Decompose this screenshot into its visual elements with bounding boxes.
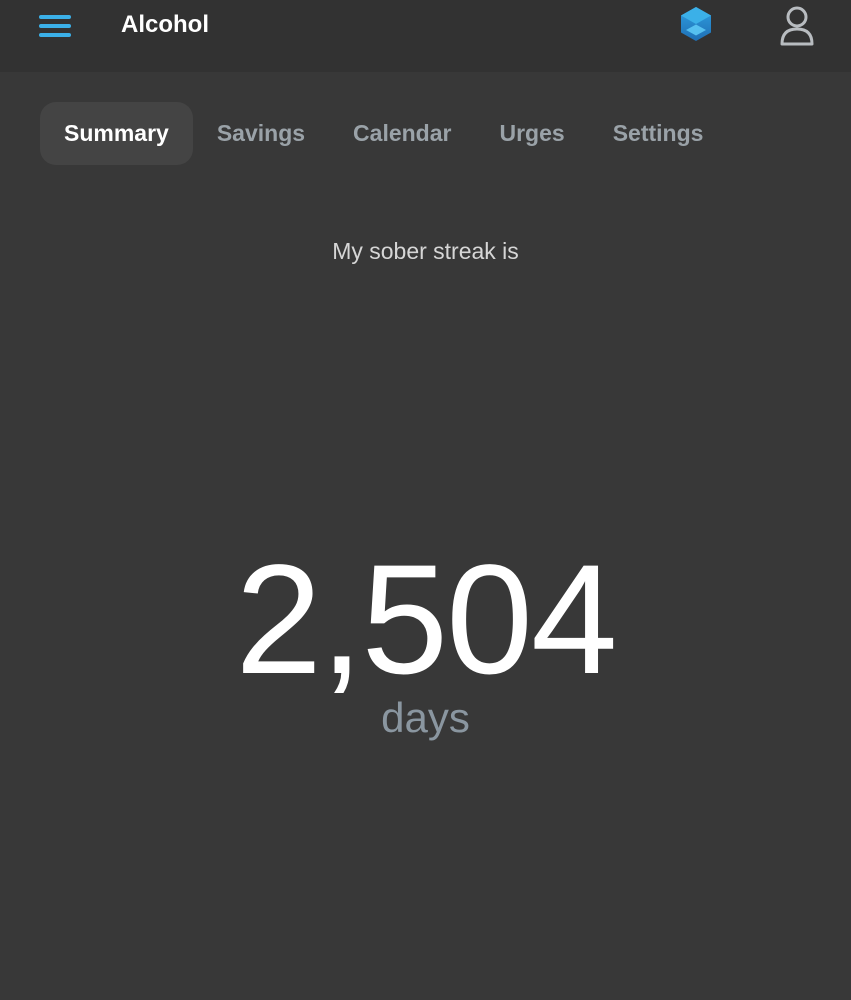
hamburger-menu-icon <box>39 15 71 19</box>
menu-button[interactable] <box>36 10 76 42</box>
hexagon-logo-icon <box>681 7 711 41</box>
tab-calendar[interactable]: Calendar <box>329 102 475 165</box>
tab-settings[interactable]: Settings <box>589 102 728 165</box>
hamburger-menu-icon-line <box>39 33 71 37</box>
streak-unit-label: days <box>381 694 470 741</box>
hexagon-logo-button[interactable] <box>676 4 716 44</box>
tab-savings[interactable]: Savings <box>193 102 329 165</box>
top-bar: Alcohol <box>0 0 851 72</box>
page-title: Alcohol <box>121 11 209 38</box>
tab-summary[interactable]: Summary <box>40 102 193 165</box>
profile-button[interactable] <box>776 3 818 47</box>
user-profile-icon <box>780 6 814 46</box>
streak-count: 2,504 <box>235 533 617 707</box>
streak-subtitle: My sober streak is <box>332 238 519 264</box>
tab-urges[interactable]: Urges <box>475 102 588 165</box>
hamburger-menu-icon-line <box>39 24 71 28</box>
app-window: Alcohol Summary Savings Calendar Urges S… <box>0 0 851 1000</box>
tab-bar: Summary Savings Calendar Urges Settings <box>40 102 727 165</box>
